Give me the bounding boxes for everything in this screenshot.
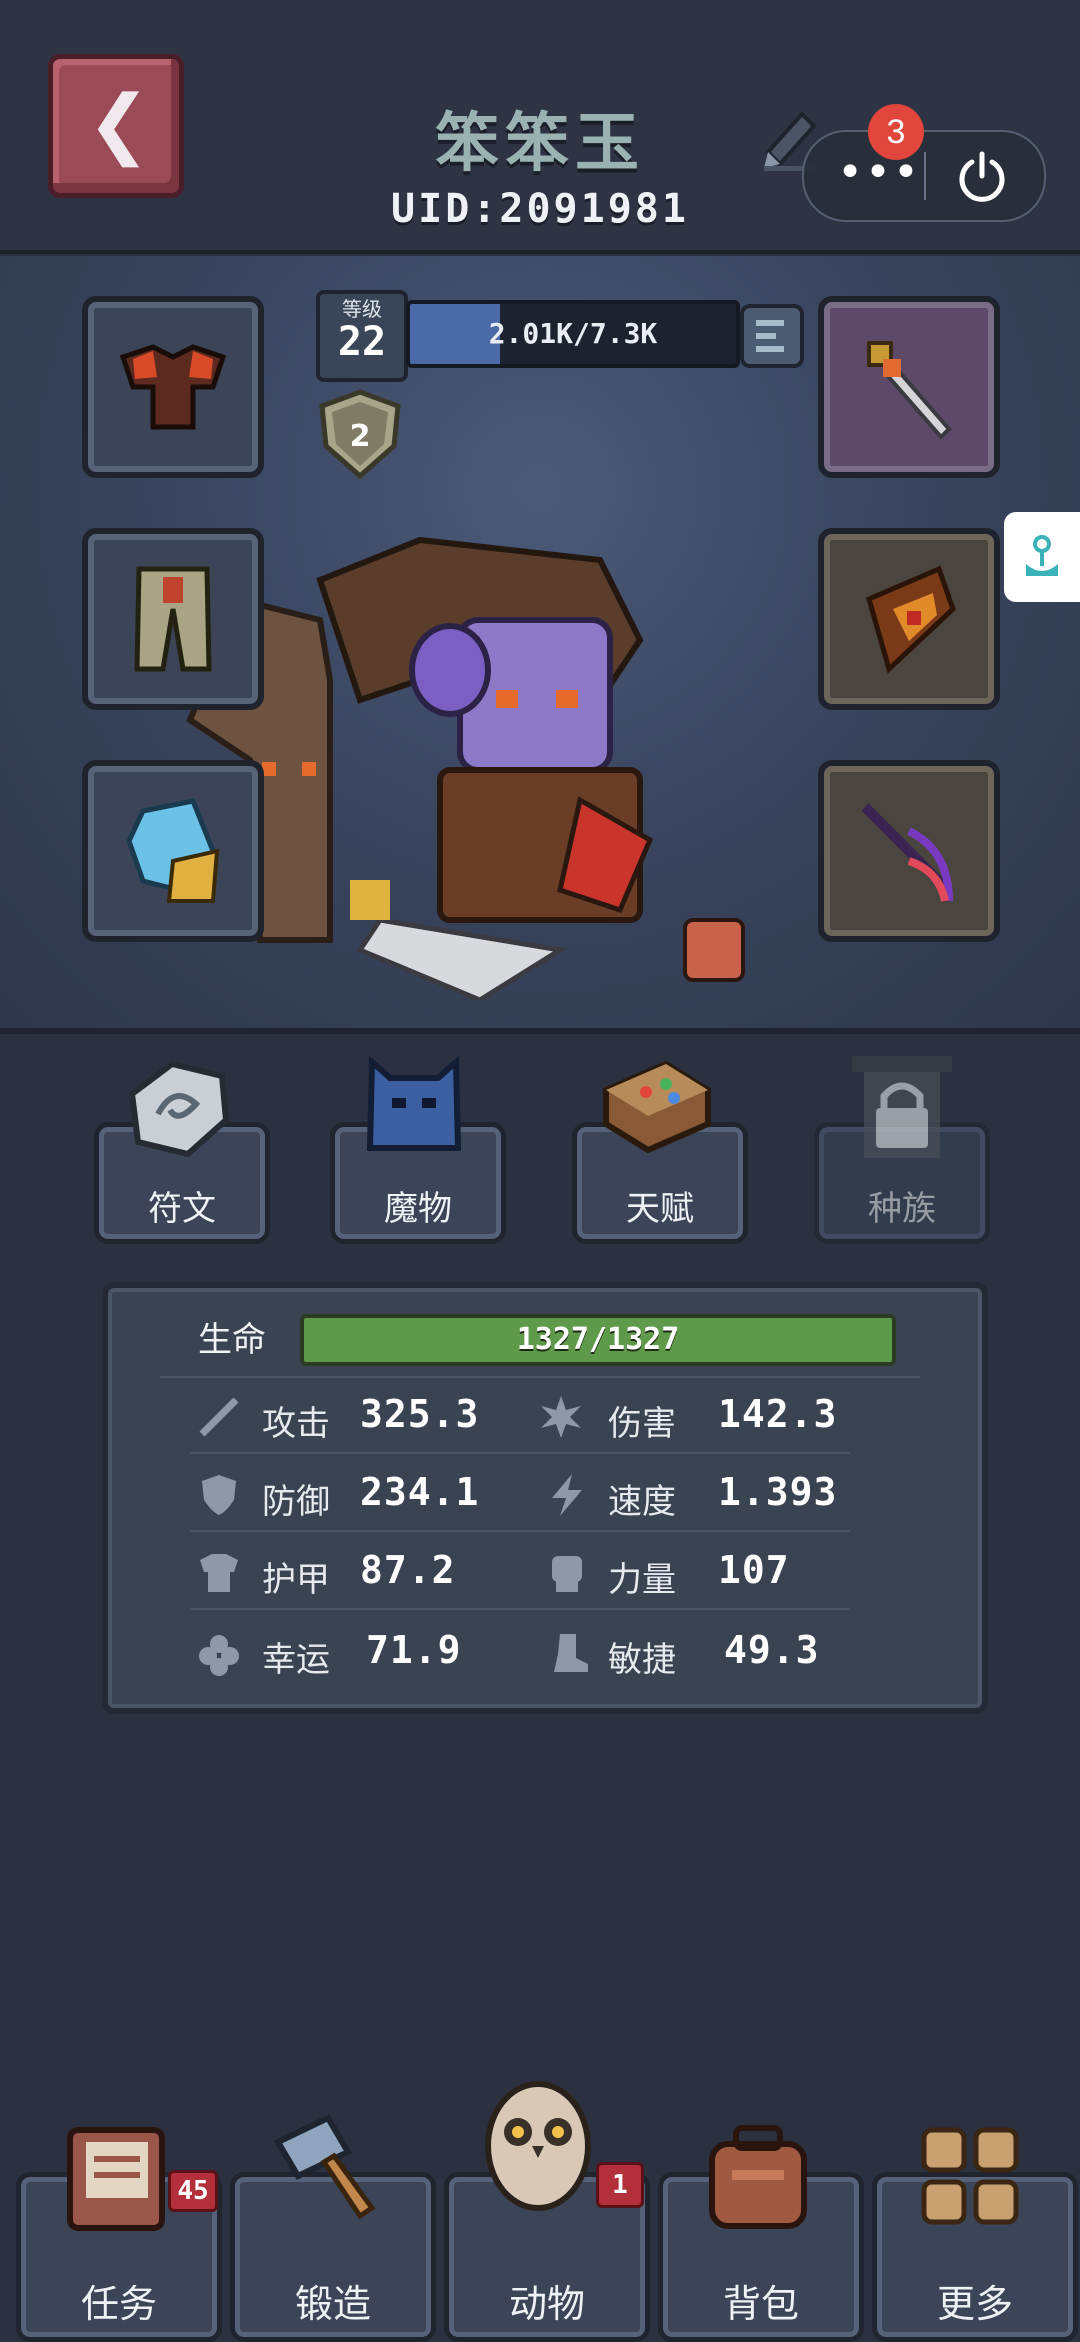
nav-more-label: 更多 — [936, 2282, 1013, 2326]
stat-damage-name: 伤害 — [608, 1404, 676, 1444]
side-float-button[interactable] — [1004, 512, 1080, 602]
equip-slot-crossbow[interactable] — [818, 760, 1000, 942]
task-book-icon — [67, 2127, 165, 2231]
notification-badge: 3 — [868, 104, 924, 160]
talent-book-icon — [603, 1060, 711, 1154]
hp-bar: 1327/1327 — [300, 1314, 896, 1366]
grid-icon — [921, 2127, 1019, 2225]
more-options-icon[interactable]: ••• — [834, 151, 924, 196]
stat-armor-name: 护甲 — [262, 1560, 330, 1600]
rank-badge[interactable]: 2 — [314, 388, 406, 480]
stat-strength-name: 力量 — [608, 1560, 676, 1600]
shield-icon — [202, 1475, 236, 1515]
stats-divider — [190, 1452, 850, 1454]
stat-defense-value: 234.1 — [360, 1470, 480, 1514]
level-detail-button[interactable] — [740, 304, 804, 368]
stats-divider — [190, 1608, 850, 1610]
hammer-icon — [273, 2114, 376, 2220]
hp-text: 1327/1327 — [516, 1322, 680, 1357]
nav-backpack-label: 背包 — [722, 2282, 799, 2326]
sword-icon — [867, 341, 952, 440]
level-badge: 等级 22 — [316, 290, 408, 382]
rune-stone-icon — [128, 1060, 230, 1158]
nav-tasks-label: 任务 — [80, 2282, 157, 2326]
crossbow-icon — [861, 803, 953, 902]
crystal-icon — [126, 798, 220, 903]
tasks-badge: 45 — [168, 2170, 218, 2212]
stats-divider — [190, 1530, 850, 1532]
rune-label: 符文 — [148, 1189, 216, 1229]
equip-slot-weapon[interactable] — [818, 296, 1000, 478]
level-number: 22 — [337, 319, 387, 365]
xp-text: 2.01K/7.3K — [488, 317, 658, 350]
stat-speed-value: 1.393 — [718, 1470, 838, 1514]
monster-label: 魔物 — [384, 1189, 452, 1229]
fist-icon — [552, 1556, 582, 1592]
xp-progress-bar: 2.01K/7.3K — [406, 300, 740, 368]
backpack-icon — [709, 2125, 807, 2229]
hp-label: 生命 — [198, 1320, 266, 1360]
stat-defense-name: 防御 — [262, 1482, 330, 1522]
stat-luck-name: 幸运 — [262, 1640, 330, 1680]
stat-agility-name: 敏捷 — [608, 1640, 676, 1680]
stat-speed-name: 速度 — [608, 1482, 676, 1522]
lock-icon — [852, 1056, 952, 1158]
clover-icon — [199, 1635, 239, 1676]
stat-luck-value: 71.9 — [366, 1628, 462, 1672]
pants-icon — [134, 566, 212, 672]
stat-strength-value: 107 — [718, 1548, 790, 1592]
character-sprite — [186, 536, 745, 1000]
talent-label: 天赋 — [626, 1189, 694, 1229]
equip-slot-pants[interactable] — [82, 528, 264, 710]
armor-icon — [200, 1554, 238, 1592]
capsule-divider — [924, 152, 926, 200]
nav-forge-label: 锻造 — [294, 2282, 371, 2326]
nav-animals-label: 动物 — [508, 2282, 585, 2326]
mini-program-capsule: ••• — [802, 130, 1046, 222]
anchor-icon — [1026, 535, 1058, 576]
stat-armor-value: 87.2 — [360, 1548, 456, 1592]
equip-slot-armor[interactable] — [82, 296, 264, 478]
shield-icon — [865, 565, 956, 674]
burst-icon — [541, 1396, 581, 1438]
stat-attack-name: 攻击 — [262, 1404, 330, 1444]
sword-icon — [199, 1397, 239, 1437]
armor-icon — [119, 344, 227, 430]
level-caption: 等级 — [342, 297, 382, 321]
rank-value: 2 — [350, 419, 371, 454]
stat-agility-value: 49.3 — [724, 1628, 820, 1672]
stats-divider — [160, 1376, 920, 1378]
lightning-icon — [552, 1474, 582, 1516]
stat-attack-value: 325.3 — [360, 1392, 480, 1436]
equip-slot-shield[interactable] — [818, 528, 1000, 710]
animals-badge: 1 — [596, 2162, 644, 2208]
equip-slot-gem[interactable] — [82, 760, 264, 942]
monster-icon — [366, 1055, 462, 1151]
race-label: 种族 — [868, 1189, 936, 1229]
power-icon[interactable] — [954, 148, 1010, 204]
stat-damage-value: 142.3 — [718, 1392, 838, 1436]
boot-icon — [554, 1634, 588, 1672]
owl-icon — [485, 2081, 591, 2211]
